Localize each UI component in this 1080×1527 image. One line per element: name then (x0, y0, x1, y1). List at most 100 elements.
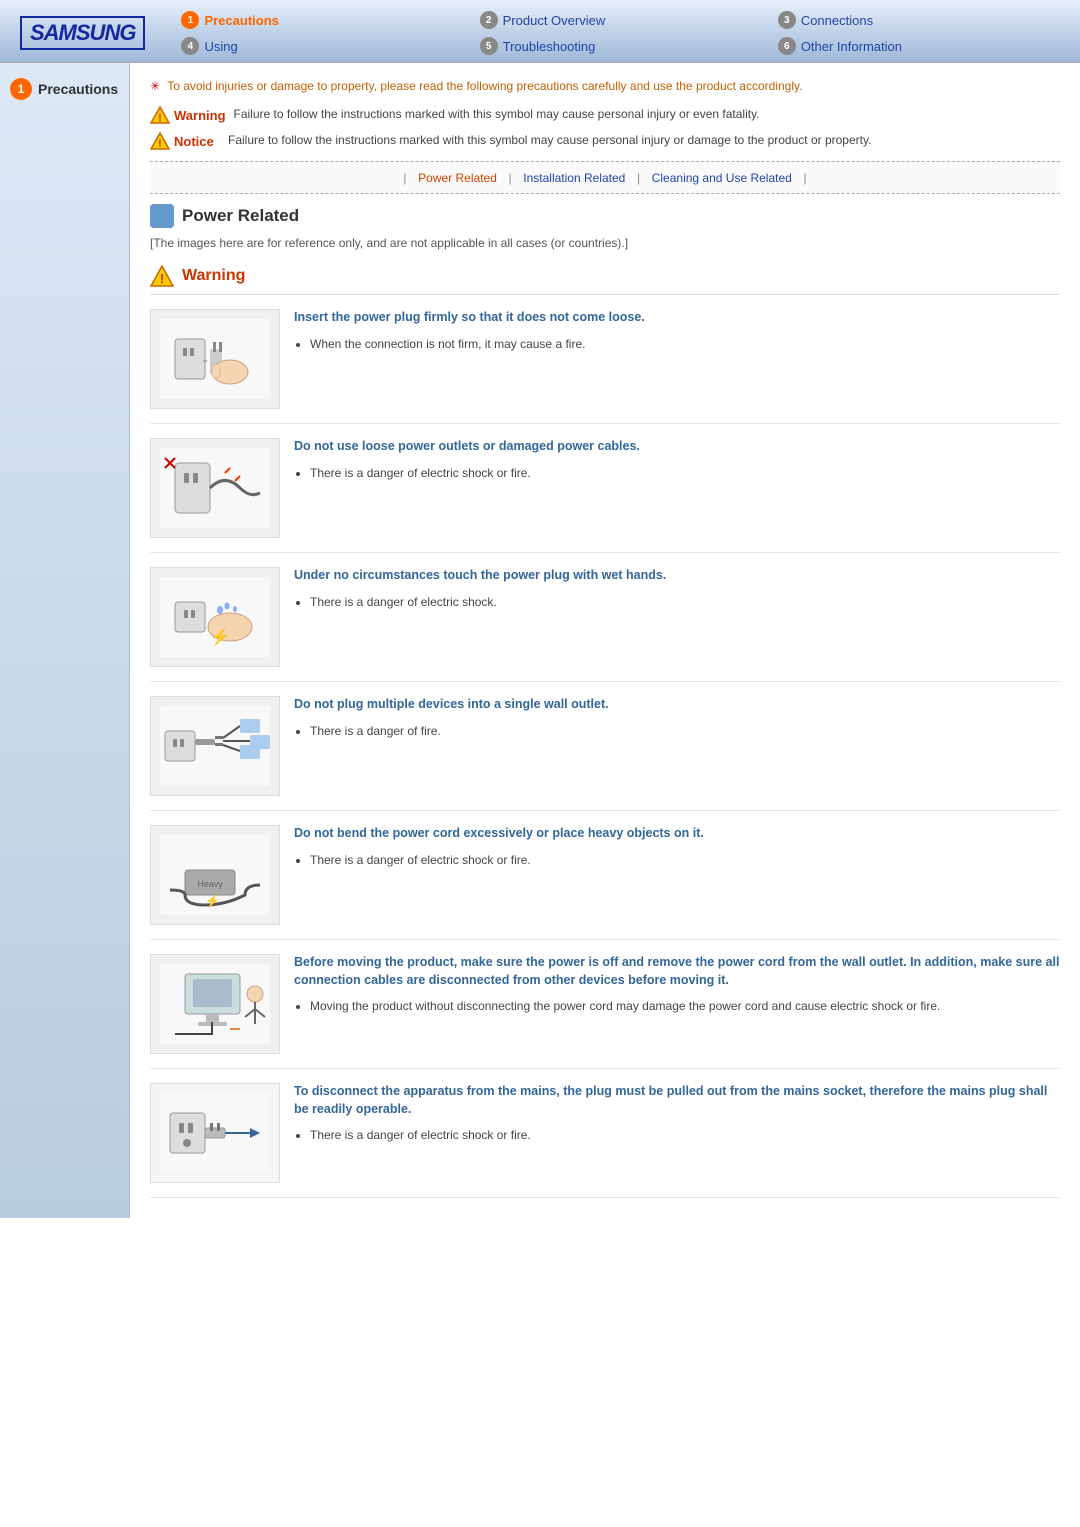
nav-precautions[interactable]: 1 Precautions (175, 8, 463, 32)
section-icon (150, 204, 174, 228)
header: SAMSUNG 1 Precautions 2 Product Overview… (0, 0, 1080, 63)
notice-triangle-icon: ! (150, 131, 170, 151)
notice-row: ! Notice Failure to follow the instructi… (150, 131, 1060, 151)
warning-desc: Failure to follow the instructions marke… (234, 105, 760, 123)
instruction-item-2: Do not use loose power outlets or damage… (150, 424, 1060, 553)
breadcrumb-sep-2: | (509, 171, 512, 185)
instruction-title-3: Under no circumstances touch the power p… (294, 567, 1060, 585)
sidebar-circle: 1 (10, 78, 32, 100)
instruction-img-2 (150, 438, 280, 538)
warning-row: ! Warning Failure to follow the instruct… (150, 105, 1060, 125)
nav-connections[interactable]: 3 Connections (772, 8, 1060, 32)
nav-label-5: Troubleshooting (503, 39, 596, 54)
instruction-bullets-5: There is a danger of electric shock or f… (294, 851, 1060, 870)
svg-text:⚡: ⚡ (205, 894, 220, 908)
notice-label: Notice (174, 134, 214, 149)
nav-label-6: Other Information (801, 39, 902, 54)
nav-using[interactable]: 4 Using (175, 34, 463, 58)
instruction-img-5: Heavy ⚡ (150, 825, 280, 925)
warning-section-icon: ! (150, 264, 174, 288)
bend-cord-illustration: Heavy ⚡ (155, 830, 275, 920)
instruction-item-3: ⚡ Under no circumstances touch the power… (150, 553, 1060, 682)
breadcrumb-nav: | Power Related | Installation Related |… (150, 161, 1060, 194)
instruction-bullets-2: There is a danger of electric shock or f… (294, 464, 1060, 483)
samsung-logo: SAMSUNG (20, 16, 145, 50)
warning-section-label: Warning (182, 267, 245, 285)
svg-text:!: ! (160, 271, 164, 286)
bullet-3-1: There is a danger of electric shock. (310, 593, 1060, 612)
notice-text: To avoid injuries or damage to property,… (167, 79, 802, 93)
nav-grid: 1 Precautions 2 Product Overview 3 Conne… (175, 8, 1060, 58)
instruction-bullets-1: When the connection is not firm, it may … (294, 335, 1060, 354)
nav-label-3: Connections (801, 13, 873, 28)
section-title: Power Related (150, 204, 1060, 228)
nav-other-info[interactable]: 6 Other Information (772, 34, 1060, 58)
section-note: [The images here are for reference only,… (150, 236, 1060, 250)
sidebar-title: 1 Precautions (10, 78, 119, 100)
svg-text:Heavy: Heavy (197, 879, 223, 889)
instruction-text-6: Before moving the product, make sure the… (294, 954, 1060, 1016)
instruction-img-4 (150, 696, 280, 796)
bullet-1-1: When the connection is not firm, it may … (310, 335, 1060, 354)
wet-hands-illustration: ⚡ (155, 572, 275, 662)
instruction-title-1: Insert the power plug firmly so that it … (294, 309, 1060, 327)
instruction-title-5: Do not bend the power cord excessively o… (294, 825, 1060, 843)
svg-text:⚡: ⚡ (210, 627, 230, 646)
mains-disconnect-illustration (155, 1088, 275, 1178)
instruction-item-7: To disconnect the apparatus from the mai… (150, 1069, 1060, 1198)
bullet-2-1: There is a danger of electric shock or f… (310, 464, 1060, 483)
sidebar: 1 Precautions (0, 63, 130, 1218)
content: ✳ To avoid injuries or damage to propert… (130, 63, 1080, 1218)
svg-text:!: ! (158, 138, 162, 150)
moving-product-illustration (155, 959, 275, 1049)
instruction-text-7: To disconnect the apparatus from the mai… (294, 1083, 1060, 1145)
loose-outlet-illustration (155, 443, 275, 533)
nav-num-1: 1 (181, 11, 199, 29)
instruction-img-1 (150, 309, 280, 409)
instruction-bullets-3: There is a danger of electric shock. (294, 593, 1060, 612)
nav-label-4: Using (204, 39, 237, 54)
breadcrumb-power[interactable]: Power Related (418, 171, 497, 185)
instruction-text-4: Do not plug multiple devices into a sing… (294, 696, 1060, 741)
instruction-bullets-7: There is a danger of electric shock or f… (294, 1126, 1060, 1145)
nav-num-5: 5 (480, 37, 498, 55)
notice-bar: ✳ To avoid injuries or damage to propert… (150, 77, 1060, 95)
instruction-title-4: Do not plug multiple devices into a sing… (294, 696, 1060, 714)
breadcrumb-sep-4: | (803, 171, 806, 185)
instruction-title-7: To disconnect the apparatus from the mai… (294, 1083, 1060, 1118)
instruction-item-1: Insert the power plug firmly so that it … (150, 295, 1060, 424)
nav-troubleshooting[interactable]: 5 Troubleshooting (474, 34, 762, 58)
multiple-devices-illustration (155, 701, 275, 791)
instruction-item-5: Heavy ⚡ Do not bend the power cord exces… (150, 811, 1060, 940)
bullet-4-1: There is a danger of fire. (310, 722, 1060, 741)
bullet-7-1: There is a danger of electric shock or f… (310, 1126, 1060, 1145)
warning-triangle-icon: ! (150, 105, 170, 125)
instruction-bullets-4: There is a danger of fire. (294, 722, 1060, 741)
bullet-5-1: There is a danger of electric shock or f… (310, 851, 1060, 870)
instruction-item-4: Do not plug multiple devices into a sing… (150, 682, 1060, 811)
warning-label: Warning (174, 108, 226, 123)
main-layout: 1 Precautions ✳ To avoid injuries or dam… (0, 63, 1080, 1218)
nav-label-1: Precautions (204, 13, 278, 28)
warning-badge: ! Warning (150, 105, 226, 125)
nav-product-overview[interactable]: 2 Product Overview (474, 8, 762, 32)
instruction-text-1: Insert the power plug firmly so that it … (294, 309, 1060, 354)
sidebar-label: Precautions (38, 81, 118, 97)
breadcrumb-sep-1: | (403, 171, 406, 185)
breadcrumb-installation[interactable]: Installation Related (523, 171, 625, 185)
header-top: SAMSUNG 1 Precautions 2 Product Overview… (0, 0, 1080, 62)
svg-text:!: ! (158, 112, 162, 124)
nav-num-6: 6 (778, 37, 796, 55)
breadcrumb-cleaning[interactable]: Cleaning and Use Related (652, 171, 792, 185)
nav-num-4: 4 (181, 37, 199, 55)
section-title-text: Power Related (182, 206, 299, 226)
power-plug-illustration (155, 314, 275, 404)
instruction-img-3: ⚡ (150, 567, 280, 667)
instruction-title-6: Before moving the product, make sure the… (294, 954, 1060, 989)
nav-num-2: 2 (480, 11, 498, 29)
instruction-title-2: Do not use loose power outlets or damage… (294, 438, 1060, 456)
instruction-bullets-6: Moving the product without disconnecting… (294, 997, 1060, 1016)
instruction-item-6: Before moving the product, make sure the… (150, 940, 1060, 1069)
warning-section-header: ! Warning (150, 264, 1060, 295)
instruction-text-3: Under no circumstances touch the power p… (294, 567, 1060, 612)
